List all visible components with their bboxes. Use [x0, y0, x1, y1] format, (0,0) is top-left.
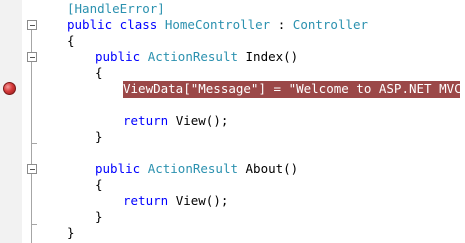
- code-line-about-method: public ActionResult About(): [95, 161, 298, 177]
- return-type-token: ActionResult: [147, 161, 238, 176]
- keyword-token: public: [95, 161, 141, 176]
- return-type-token: ActionResult: [147, 49, 238, 64]
- colon-token: :: [277, 17, 286, 32]
- code-line-class-declaration: public class HomeController : Controller: [67, 17, 368, 33]
- code-line-breakpoint-statement: ViewData["Message"] = "Welcome to ASP.NE…: [123, 81, 465, 96]
- breakpoint-icon[interactable]: [3, 82, 16, 95]
- code-line-return: return View();: [123, 113, 228, 129]
- code-line-close-brace: }: [95, 129, 103, 144]
- code-line-index-method: public ActionResult Index(): [95, 49, 298, 65]
- indicator-margin[interactable]: [0, 0, 22, 243]
- collapse-icon-class[interactable]: [27, 20, 37, 30]
- keyword-token: public: [95, 49, 141, 64]
- code-editor[interactable]: [HandleError] public class HomeControlle…: [0, 0, 465, 243]
- code-line-attribute: [HandleError]: [67, 1, 165, 17]
- code-line-close-brace: }: [67, 225, 75, 240]
- collapse-icon-about[interactable]: [27, 164, 37, 174]
- outline-block-end: [31, 224, 37, 225]
- code-line-close-brace: }: [95, 209, 103, 224]
- class-name-token: HomeController: [164, 17, 271, 32]
- method-name-token: Index(): [245, 49, 299, 64]
- keyword-token: return: [123, 193, 169, 208]
- collapse-icon-index[interactable]: [27, 52, 37, 62]
- keyword-token: public class: [67, 17, 158, 32]
- code-line-open-brace: {: [95, 177, 103, 192]
- attribute-token: [HandleError]: [67, 1, 165, 16]
- keyword-token: return: [123, 113, 169, 128]
- return-expression-token: View();: [175, 193, 229, 208]
- base-class-token: Controller: [292, 17, 369, 32]
- code-line-open-brace: {: [95, 65, 103, 80]
- return-expression-token: View();: [175, 113, 229, 128]
- code-line-open-brace: {: [67, 33, 75, 48]
- method-name-token: About(): [245, 161, 299, 176]
- outline-block-end: [31, 143, 37, 144]
- code-line-return: return View();: [123, 193, 228, 209]
